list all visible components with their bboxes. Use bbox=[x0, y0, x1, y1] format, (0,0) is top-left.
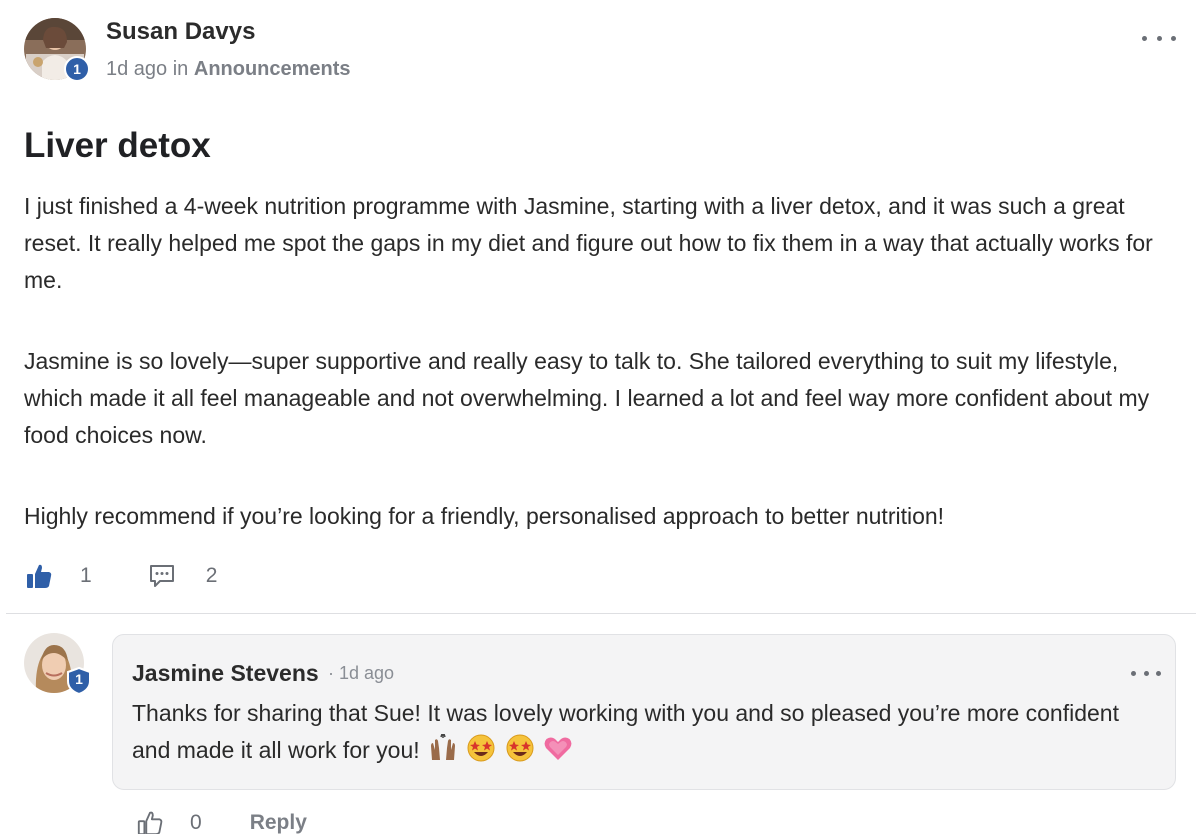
post-paragraph: Highly recommend if you’re looking for a… bbox=[24, 503, 945, 529]
divider bbox=[6, 613, 1196, 614]
comment-text: Thanks for sharing that Sue! It was love… bbox=[132, 695, 1142, 773]
comment-count: 2 bbox=[205, 564, 218, 587]
star-struck-icon bbox=[466, 734, 496, 773]
author-level-badge: 1 bbox=[64, 56, 90, 82]
dot-icon bbox=[1156, 670, 1161, 676]
post-meta: 1d ago in Announcements bbox=[106, 58, 351, 81]
post-paragraph: I just finished a 4-week nutrition progr… bbox=[24, 193, 1153, 293]
post-category-link[interactable]: Announcements bbox=[194, 58, 351, 80]
dot-icon bbox=[1171, 35, 1176, 41]
post-body: I just finished a 4-week nutrition progr… bbox=[24, 188, 1174, 535]
comment-time[interactable]: · 1d ago bbox=[328, 663, 394, 684]
like-count: 1 bbox=[80, 564, 92, 587]
dot-icon bbox=[1142, 35, 1147, 41]
dot-icon bbox=[1143, 670, 1149, 676]
commenter-level-number: 1 bbox=[75, 671, 83, 687]
post-paragraph: Jasmine is so lovely—super supportive an… bbox=[24, 348, 1150, 448]
comment-like-count: 0 bbox=[190, 811, 202, 834]
dot-icon bbox=[1131, 670, 1136, 676]
growing-heart-icon bbox=[543, 734, 573, 773]
comment-author-name[interactable]: Jasmine Stevens bbox=[132, 660, 319, 687]
post-time[interactable]: 1d ago bbox=[106, 58, 167, 80]
author-name[interactable]: Susan Davys bbox=[106, 18, 255, 46]
comment-box: Jasmine Stevens · 1d ago Thanks for shar… bbox=[112, 634, 1176, 790]
comment-more-options-button[interactable] bbox=[1131, 665, 1161, 681]
raising-hands-icon bbox=[428, 733, 458, 773]
thumbs-up-outline-icon bbox=[137, 811, 163, 834]
author-level-number: 1 bbox=[73, 61, 81, 77]
post-in-word: in bbox=[172, 58, 189, 80]
comment-actions: 0 Reply bbox=[136, 808, 307, 834]
post-title: Liver detox bbox=[24, 126, 211, 165]
post-more-options-button[interactable] bbox=[1142, 28, 1176, 48]
post-actions: 1 2 bbox=[24, 558, 217, 594]
comment-button[interactable]: 2 bbox=[148, 562, 218, 590]
comment-bubble-icon bbox=[149, 565, 174, 587]
like-button[interactable]: 1 bbox=[24, 561, 92, 591]
star-struck-icon bbox=[505, 734, 535, 773]
dot-icon bbox=[1156, 35, 1162, 41]
post-header: 1 Susan Davys 1d ago in Announcements bbox=[24, 16, 1176, 86]
comment-text-body: Thanks for sharing that Sue! It was love… bbox=[132, 700, 1119, 763]
thumbs-up-filled-icon bbox=[27, 564, 52, 588]
comment-like-button[interactable]: 0 bbox=[136, 809, 202, 834]
reply-button[interactable]: Reply bbox=[250, 811, 307, 834]
